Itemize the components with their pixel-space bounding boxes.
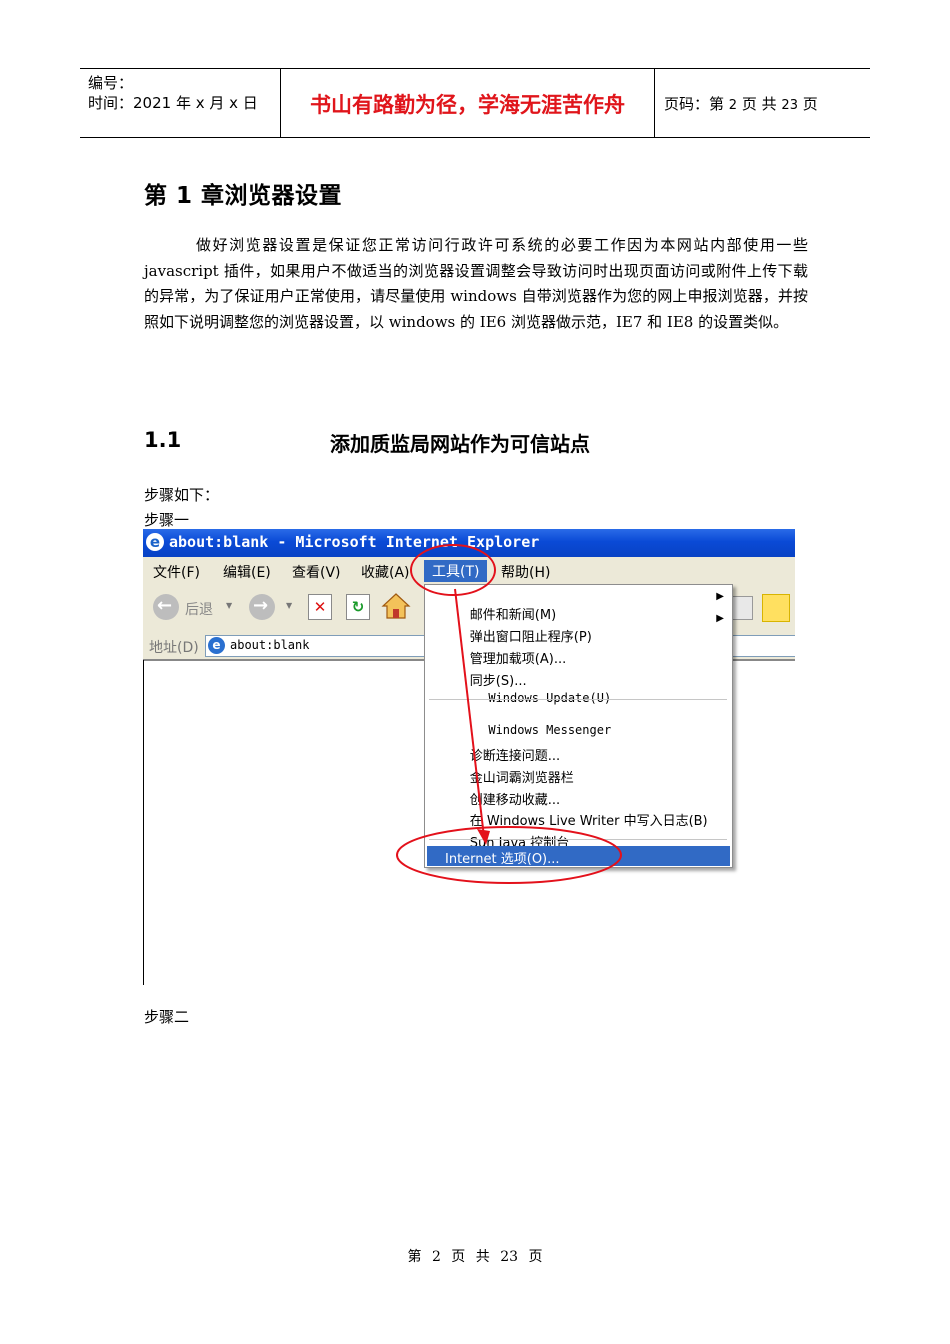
- page-prefix: 页码：第: [664, 95, 725, 113]
- header-divider: [654, 69, 655, 137]
- back-label: 后退: [185, 602, 213, 618]
- forward-arrow-icon: →: [253, 595, 269, 616]
- intro-paragraph: 做好浏览器设置是保证您正常访问行政许可系统的必要工作因为本网站内部使用一些 ja…: [144, 236, 808, 331]
- mail-icon[interactable]: [731, 596, 753, 620]
- ie-window-title: about:blank - Microsoft Internet Explore…: [169, 533, 540, 551]
- page-current: 2: [728, 98, 738, 113]
- refresh-icon[interactable]: ↻: [346, 594, 370, 620]
- step2-label: 步骤二: [144, 1008, 190, 1026]
- menu-item-internet-options[interactable]: Internet 选项(O)...: [427, 846, 730, 867]
- ie-logo-icon: e: [146, 533, 164, 551]
- steps-block: 步骤如下： 步骤一: [144, 483, 219, 533]
- menu-favorites[interactable]: 收藏(A): [361, 562, 410, 582]
- header-motto: 书山有路勤为径，学海无涯苦作舟: [310, 93, 625, 117]
- ie-screenshot: e about:blank - Microsoft Internet Explo…: [143, 529, 795, 985]
- header-page-info: 页码：第 2 页 共 23 页: [664, 93, 818, 114]
- chapter-title: 第 1 章浏览器设置: [144, 183, 343, 209]
- address-value: about:blank: [230, 638, 310, 652]
- stop-icon[interactable]: ✕: [308, 594, 332, 620]
- header-time: 时间：2021 年 x 月 x 日: [88, 94, 258, 112]
- section-number: 1.1: [144, 428, 182, 452]
- notes-icon[interactable]: [762, 594, 790, 622]
- header-number: 编号：: [88, 74, 134, 92]
- page-header: 编号： 时间：2021 年 x 月 x 日 书山有路勤为径，学海无涯苦作舟 页码…: [80, 68, 870, 138]
- menu-separator: [429, 839, 727, 840]
- page-mid: 页 共: [741, 95, 777, 113]
- page-footer: 第 2 页 共 23 页: [407, 1249, 543, 1265]
- ie-titlebar: e about:blank - Microsoft Internet Explo…: [143, 529, 795, 557]
- forward-button[interactable]: →: [249, 594, 275, 620]
- menu-file[interactable]: 文件(F): [153, 562, 200, 582]
- menu-edit[interactable]: 编辑(E): [223, 562, 271, 582]
- submenu-arrow-icon: ▶: [716, 591, 724, 602]
- menu-view[interactable]: 查看(V): [292, 562, 341, 582]
- tools-dropdown-menu: 邮件和新闻(M) ▶ 弹出窗口阻止程序(P) ▶ 管理加载项(A)... 同步(…: [424, 584, 733, 868]
- menu-tools[interactable]: 工具(T): [424, 560, 488, 582]
- steps-intro: 步骤如下：: [144, 486, 220, 504]
- chevron-down-icon[interactable]: ▼: [286, 601, 292, 610]
- chevron-down-icon[interactable]: ▼: [226, 601, 232, 610]
- ie-menubar: 文件(F) 编辑(E) 查看(V) 收藏(A) 工具(T) 帮助(H): [143, 557, 795, 584]
- home-icon[interactable]: [381, 592, 411, 620]
- menu-separator: [429, 699, 727, 700]
- back-button[interactable]: ←: [153, 594, 179, 620]
- menu-help[interactable]: 帮助(H): [501, 562, 550, 582]
- header-meta: 编号： 时间：2021 年 x 月 x 日: [88, 73, 258, 113]
- submenu-arrow-icon: ▶: [716, 613, 724, 624]
- menu-item-label: Internet 选项(O)...: [445, 852, 560, 867]
- back-arrow-icon: ←: [157, 595, 173, 616]
- page-suffix: 页: [802, 95, 818, 113]
- page-icon: e: [208, 637, 225, 654]
- page-total: 23: [781, 98, 798, 113]
- menu-item-label: Windows Update(U): [488, 691, 612, 705]
- section-title: 添加质监局网站作为可信站点: [330, 432, 590, 456]
- address-label: 地址(D): [149, 640, 199, 656]
- screenshot-border: [143, 660, 144, 985]
